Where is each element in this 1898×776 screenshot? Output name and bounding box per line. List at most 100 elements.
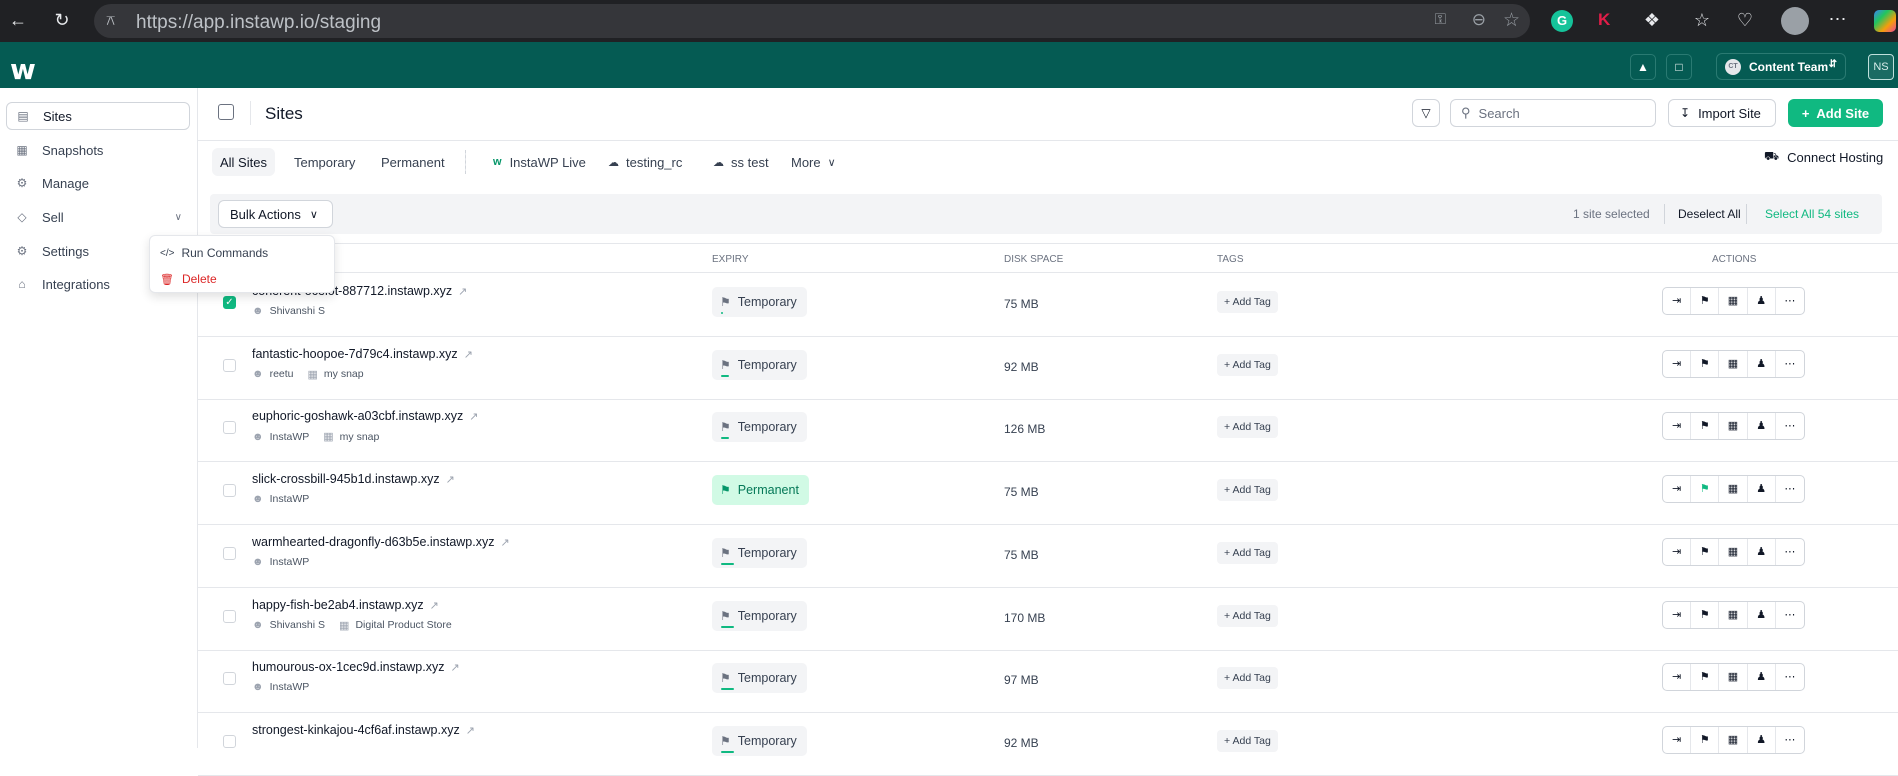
row-checkbox[interactable] xyxy=(223,421,236,435)
expiry-badge[interactable]: ⚑ Temporary xyxy=(712,725,807,756)
table-row[interactable]: euphoric-goshawk-a03cbf.instawp.xyz ↗ ☻ Ins… xyxy=(198,399,1898,463)
row-checkbox[interactable] xyxy=(223,672,236,686)
tab-temporary[interactable]: Temporary xyxy=(286,148,363,176)
user-lock-icon[interactable]: ♟ xyxy=(1748,664,1776,691)
table-row[interactable]: warmhearted-dragonfly-d63b5e.instawp.xyz… xyxy=(198,525,1898,588)
reload-icon[interactable]: ↻ xyxy=(50,10,74,30)
table-row[interactable]: humourous-ox-1cec9d.instawp.xyz ↗ ☻ InstaWP… xyxy=(198,650,1898,714)
sidebar-item-sites[interactable]: ▤ Sites xyxy=(6,102,190,130)
add-tag-button[interactable]: + Add Tag xyxy=(1217,291,1278,313)
sidebar-item-sell[interactable]: ◇ Sell ∨ xyxy=(6,203,190,231)
tab-testing-rc[interactable]: ☁ testing_rc xyxy=(600,148,690,176)
site-name-link[interactable]: humourous-ox-1cec9d.instawp.xyz ↗ xyxy=(252,660,460,674)
extensions-icon[interactable]: ❖ xyxy=(1640,10,1664,30)
flag-icon[interactable]: ⚑ xyxy=(1691,476,1720,503)
row-checkbox[interactable] xyxy=(223,609,236,623)
login-icon[interactable]: ⇥ xyxy=(1663,413,1692,440)
menu-dots-icon[interactable]: ⋯ xyxy=(1826,9,1850,29)
flag-icon[interactable]: ⚑ xyxy=(1691,726,1720,753)
tab-all-sites[interactable]: All Sites xyxy=(212,148,275,176)
tab-more[interactable]: More ∨ xyxy=(783,148,844,176)
user-lock-icon[interactable]: ♟ xyxy=(1748,601,1776,628)
bulk-actions-button[interactable]: Bulk Actions ∨ xyxy=(218,200,333,228)
user-lock-icon[interactable]: ♟ xyxy=(1748,726,1776,753)
user-lock-icon[interactable]: ♟ xyxy=(1748,476,1776,503)
profile-avatar-icon[interactable] xyxy=(1781,7,1809,35)
expiry-badge[interactable]: ⚑ Temporary xyxy=(712,663,807,694)
user-avatar[interactable]: NS xyxy=(1868,54,1894,80)
grid-icon[interactable]: ▦ xyxy=(1719,413,1748,440)
expiry-badge[interactable]: ⚑ Temporary xyxy=(712,412,807,443)
menu-item-run-commands[interactable]: </> Run Commands xyxy=(160,244,268,262)
expiry-badge[interactable]: ⚑ Temporary xyxy=(712,287,807,317)
announcement-icon[interactable]: ▲ xyxy=(1630,54,1656,80)
grid-icon[interactable]: ▦ xyxy=(1719,726,1748,753)
user-lock-icon[interactable]: ♟ xyxy=(1748,288,1776,314)
grid-icon[interactable]: ▦ xyxy=(1719,288,1748,314)
select-all-button[interactable]: Select All 54 sites xyxy=(1765,207,1859,221)
flag-icon[interactable]: ⚑ xyxy=(1691,350,1720,377)
health-icon[interactable]: ♡ xyxy=(1733,10,1757,30)
import-site-button[interactable]: ↧ Import Site xyxy=(1668,99,1776,127)
menu-item-delete[interactable]: 🗑 Delete xyxy=(160,270,217,288)
flag-icon[interactable]: ⚑ xyxy=(1691,413,1720,440)
row-checkbox[interactable] xyxy=(223,484,236,498)
site-name-link[interactable]: warmhearted-dragonfly-d63b5e.instawp.xyz… xyxy=(252,535,510,549)
expiry-badge[interactable]: ⚑ Temporary xyxy=(712,600,807,631)
collapse-sidebar-icon[interactable] xyxy=(218,104,234,120)
site-name-link[interactable]: strongest-kinkajou-4cf6af.instawp.xyz ↗ xyxy=(252,723,475,737)
row-checkbox[interactable] xyxy=(223,734,236,748)
expiry-badge[interactable]: ⚑ Temporary xyxy=(712,537,807,568)
grid-icon[interactable]: ▦ xyxy=(1719,350,1748,377)
tab-permanent[interactable]: Permanent xyxy=(373,148,453,176)
add-tag-button[interactable]: + Add Tag xyxy=(1217,353,1278,376)
login-icon[interactable]: ⇥ xyxy=(1663,538,1692,565)
key-icon[interactable]: ⚿ xyxy=(1435,11,1446,28)
address-bar[interactable]: ⚻ https://app.instawp.io/staging ⚿ ⊖ ☆ xyxy=(94,4,1530,38)
row-checkbox[interactable]: ✓ xyxy=(223,296,236,309)
user-lock-icon[interactable]: ♟ xyxy=(1748,538,1776,565)
lock-icon[interactable]: ⚻ xyxy=(106,12,115,29)
add-site-button[interactable]: + Add Site xyxy=(1788,99,1883,127)
connect-hosting-button[interactable]: ⛟ Connect Hosting xyxy=(1764,149,1883,165)
add-tag-button[interactable]: + Add Tag xyxy=(1217,541,1278,564)
external-link-icon[interactable]: ↗ xyxy=(501,537,510,549)
more-options-icon[interactable]: ⋯ xyxy=(1776,664,1804,690)
grammarly-extension-icon[interactable]: G xyxy=(1551,10,1573,32)
more-options-icon[interactable]: ⋯ xyxy=(1776,539,1804,565)
more-options-icon[interactable]: ⋯ xyxy=(1776,476,1804,502)
sidebar-item-manage[interactable]: ⚙ Manage xyxy=(6,169,190,197)
sidebar-item-snapshots[interactable]: ▦ Snapshots xyxy=(6,136,190,164)
table-row[interactable]: ✓ coherent-ocelot-887712.instawp.xyz ↗ ☻ Shi… xyxy=(198,274,1898,337)
favorites-icon[interactable]: ☆ xyxy=(1690,10,1714,30)
external-link-icon[interactable]: ↗ xyxy=(466,725,475,737)
more-options-icon[interactable]: ⋯ xyxy=(1776,288,1804,314)
login-icon[interactable]: ⇥ xyxy=(1663,664,1692,691)
add-tag-button[interactable]: + Add Tag xyxy=(1217,479,1278,502)
row-checkbox[interactable] xyxy=(223,546,236,560)
external-link-icon[interactable]: ↗ xyxy=(450,662,459,674)
instawp-logo[interactable]: w xyxy=(10,53,36,86)
external-link-icon[interactable]: ↗ xyxy=(458,286,467,298)
row-checkbox[interactable] xyxy=(223,358,236,372)
k-extension-icon[interactable]: K xyxy=(1598,10,1610,30)
table-row[interactable]: happy-fish-be2ab4.instawp.xyz ↗ ☻ Shivanshi… xyxy=(198,588,1898,651)
add-tag-button[interactable]: + Add Tag xyxy=(1217,416,1278,439)
site-name-link[interactable]: euphoric-goshawk-a03cbf.instawp.xyz ↗ xyxy=(252,409,478,423)
add-tag-button[interactable]: + Add Tag xyxy=(1217,604,1278,627)
login-icon[interactable]: ⇥ xyxy=(1663,288,1692,314)
tab-ss-test[interactable]: ☁ ss test xyxy=(705,148,777,176)
table-row[interactable]: slick-crossbill-945b1d.instawp.xyz ↗ ☻ Inst… xyxy=(198,462,1898,526)
table-row[interactable]: fantastic-hoopoe-7d79c4.instawp.xyz ↗ ☻ ree… xyxy=(198,337,1898,400)
site-name-link[interactable]: fantastic-hoopoe-7d79c4.instawp.xyz ↗ xyxy=(252,347,473,361)
user-lock-icon[interactable]: ♟ xyxy=(1748,350,1776,377)
flag-icon[interactable]: ⚑ xyxy=(1691,538,1720,565)
filter-button[interactable]: ▽ xyxy=(1412,99,1440,127)
bookmark-star-icon[interactable]: ☆ xyxy=(1503,9,1520,32)
flag-icon[interactable]: ⚑ xyxy=(1691,664,1720,691)
deselect-all-button[interactable]: Deselect All xyxy=(1678,207,1741,221)
user-lock-icon[interactable]: ♟ xyxy=(1748,413,1776,440)
add-tag-button[interactable]: + Add Tag xyxy=(1217,667,1278,690)
login-icon[interactable]: ⇥ xyxy=(1663,476,1692,503)
external-link-icon[interactable]: ↗ xyxy=(464,349,473,361)
